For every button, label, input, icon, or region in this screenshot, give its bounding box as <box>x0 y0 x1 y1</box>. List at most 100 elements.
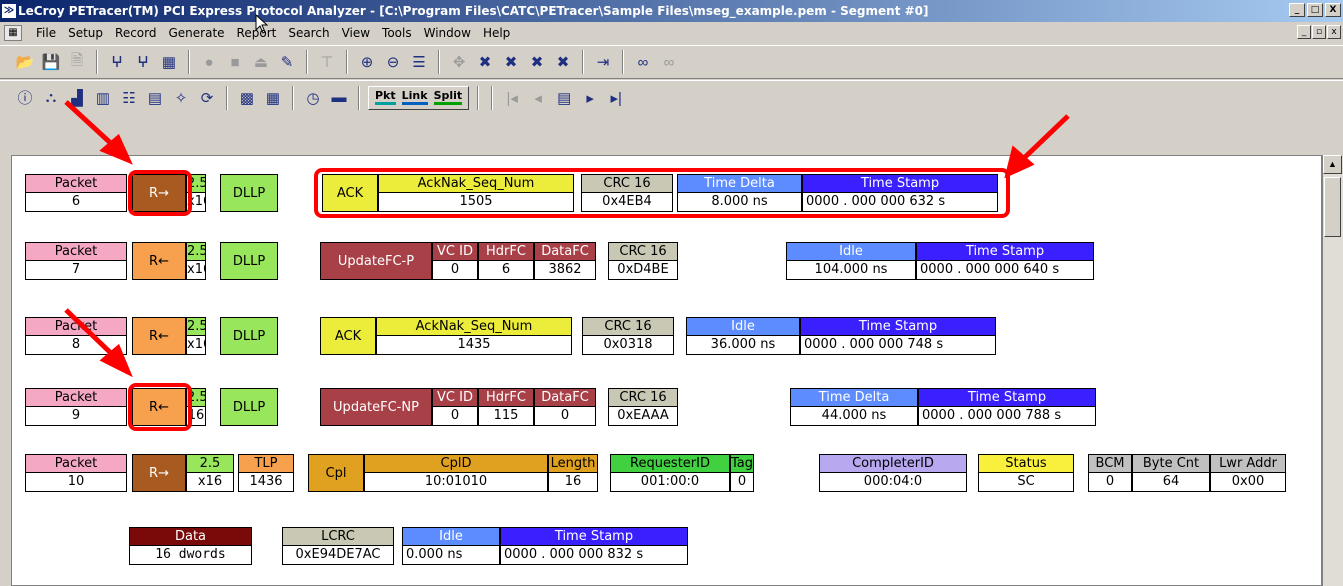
requester-id-field: RequesterID 001:00:0 <box>610 454 730 492</box>
chart-icon[interactable]: ▥ <box>92 87 114 109</box>
status-field: Status SC <box>978 454 1074 492</box>
cpld-field: CplD 10:01010 <box>364 454 548 492</box>
upload-icon[interactable]: ⏏ <box>250 51 272 73</box>
link-view-button[interactable]: Link <box>401 90 428 105</box>
app-icon: ≫ <box>2 4 16 18</box>
tag-field: Tag 0 <box>730 454 754 492</box>
menu-view[interactable]: View <box>336 26 376 40</box>
navigator-icon[interactable]: ✧ <box>170 87 192 109</box>
tlp-seq: TLP 1436 <box>238 454 294 492</box>
packet-number[interactable]: Packet 7 <box>25 242 127 280</box>
zoom-in-icon[interactable]: ⊕ <box>356 51 378 73</box>
direction: R← <box>132 242 186 280</box>
packet-number[interactable]: Packet 9 <box>25 388 127 426</box>
pkt-view-button[interactable]: Pkt <box>375 90 396 105</box>
document-icon[interactable]: ▦ <box>4 25 22 41</box>
separator <box>622 50 624 74</box>
close-button[interactable]: X <box>1325 3 1341 17</box>
window-title: LeCroy PETracer(TM) PCI Express Protocol… <box>18 4 929 18</box>
idle-field: Idle 104.000 ns <box>786 242 916 280</box>
menu-help[interactable]: Help <box>477 26 516 40</box>
next-icon[interactable]: ▸ <box>579 87 601 109</box>
zoom-out-icon[interactable]: ⊖ <box>382 51 404 73</box>
trace-view[interactable]: Packet6 R→ 2.5x16 DLLP ACK AckNak_Seq_Nu… <box>11 155 1322 586</box>
settings-icon[interactable]: ⵖ <box>132 51 154 73</box>
filter-in-icon[interactable]: ✥ <box>448 51 470 73</box>
scroll-thumb[interactable] <box>1324 177 1341 237</box>
open-icon[interactable]: 📂 <box>14 51 36 73</box>
menu-file[interactable]: File <box>30 26 62 40</box>
menu-bar: ▦ File Setup Record Generate Report Sear… <box>0 22 1343 44</box>
vertical-scrollbar[interactable]: ▲ <box>1322 155 1343 586</box>
find-next-icon[interactable]: ∞ <box>658 51 680 73</box>
menu-generate[interactable]: Generate <box>163 26 231 40</box>
packet-number[interactable]: Packet 6 <box>25 174 127 212</box>
export-icon[interactable]: ⇥ <box>592 51 614 73</box>
direction: R← <box>132 317 186 355</box>
bcm-field: BCM 0 <box>1088 454 1132 492</box>
menu-report[interactable]: Report <box>231 26 283 40</box>
menu-tools[interactable]: Tools <box>376 26 418 40</box>
minimize-button[interactable]: _ <box>1289 3 1305 17</box>
hide-link-icon[interactable]: ✖ <box>500 51 522 73</box>
view-mode-buttons[interactable]: Pkt Link Split <box>368 85 470 110</box>
length-field: Length 16 <box>548 454 598 492</box>
menu-search[interactable]: Search <box>282 26 335 40</box>
hide-idle-icon[interactable]: ✖ <box>552 51 574 73</box>
hide-icon[interactable]: ✖ <box>474 51 496 73</box>
prev-icon[interactable]: ◂ <box>527 87 549 109</box>
separator <box>582 50 584 74</box>
packet-number[interactable]: Packet 10 <box>25 454 127 492</box>
save-icon[interactable]: 💾 <box>40 51 62 73</box>
stop-icon[interactable]: ■ <box>224 51 246 73</box>
list-icon[interactable]: ☷ <box>118 87 140 109</box>
menu-setup[interactable]: Setup <box>62 26 109 40</box>
separator <box>477 85 480 110</box>
table-icon[interactable]: ▦ <box>262 87 284 109</box>
menu-window[interactable]: Window <box>418 26 477 40</box>
split-view-button[interactable]: Split <box>433 90 463 105</box>
link-speed: 2.5x16 <box>186 317 206 355</box>
info-icon[interactable]: ⓘ <box>14 87 36 109</box>
decode-icon[interactable]: ▤ <box>144 87 166 109</box>
mdi-minimize-button[interactable]: _ <box>1297 25 1311 39</box>
tlp-kind[interactable]: Cpl <box>308 454 364 492</box>
document-icon[interactable]: 🗎 <box>66 51 88 73</box>
grid-icon[interactable]: ▦ <box>158 51 180 73</box>
setup-icon[interactable]: ⵖ <box>106 51 128 73</box>
bus-util-icon[interactable]: ⛬ <box>40 87 62 109</box>
goto-icon[interactable]: ▤ <box>553 87 575 109</box>
packet-number[interactable]: Packet 8 <box>25 317 127 355</box>
hide-skip-icon[interactable]: ✖ <box>526 51 548 73</box>
idle-field: Idle 36.000 ns <box>686 317 800 355</box>
restore-button[interactable]: □ <box>1307 3 1323 17</box>
byte-count-field: Byte Cnt 64 <box>1132 454 1210 492</box>
report-icon[interactable]: ✎ <box>276 51 298 73</box>
filter-icon[interactable]: ⊤ <box>316 51 338 73</box>
data-field[interactable]: Data 16 dwords <box>129 527 252 565</box>
completer-id-field: CompleterID 000:04:0 <box>819 454 967 492</box>
binoculars-icon[interactable]: ∞ <box>632 51 654 73</box>
separator <box>306 50 308 74</box>
separator <box>358 85 360 110</box>
timing-icon[interactable]: ◷ <box>302 87 324 109</box>
ruler-icon[interactable]: ▬ <box>328 87 350 109</box>
scroll-up-icon[interactable]: ▲ <box>1323 155 1342 174</box>
menu-record[interactable]: Record <box>109 26 162 40</box>
link-speed: 2.5x16 <box>186 454 234 492</box>
crc-field: CRC 16 0xD4BE <box>608 242 678 280</box>
last-icon[interactable]: ▸| <box>605 87 627 109</box>
separator <box>188 50 190 74</box>
refresh-icon[interactable]: ⟳ <box>196 87 218 109</box>
traffic-icon[interactable]: ▟ <box>66 87 88 109</box>
direction: R→ <box>132 454 186 492</box>
first-icon[interactable]: |◂ <box>501 87 523 109</box>
hex-icon[interactable]: ▩ <box>236 87 258 109</box>
record-icon[interactable]: ● <box>198 51 220 73</box>
link-speed: 2.5x16 <box>186 242 206 280</box>
separator <box>292 85 294 110</box>
mdi-close-button[interactable]: x <box>1327 25 1341 39</box>
mdi-restore-button[interactable]: ▫ <box>1312 25 1326 39</box>
wrap-icon[interactable]: ☰ <box>408 51 430 73</box>
highlight-box <box>128 383 192 431</box>
